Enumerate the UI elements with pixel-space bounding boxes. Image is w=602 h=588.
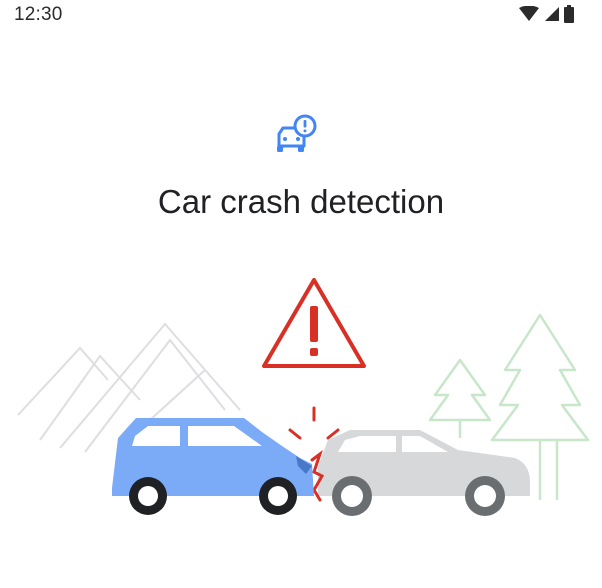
- grey-car: [318, 430, 530, 516]
- car-crash-alert-icon: [277, 114, 317, 152]
- status-bar: 12:30: [0, 0, 602, 36]
- status-icons: [518, 5, 574, 23]
- battery-icon: [564, 5, 574, 23]
- warning-triangle-icon: [262, 278, 366, 368]
- wifi-icon: [519, 6, 539, 21]
- cellular-signal-icon: [545, 7, 559, 21]
- blue-car: [112, 418, 314, 515]
- page-title: Car crash detection: [157, 183, 445, 220]
- status-time: 12:30: [14, 4, 63, 25]
- car-crash-illustration: [17, 278, 590, 516]
